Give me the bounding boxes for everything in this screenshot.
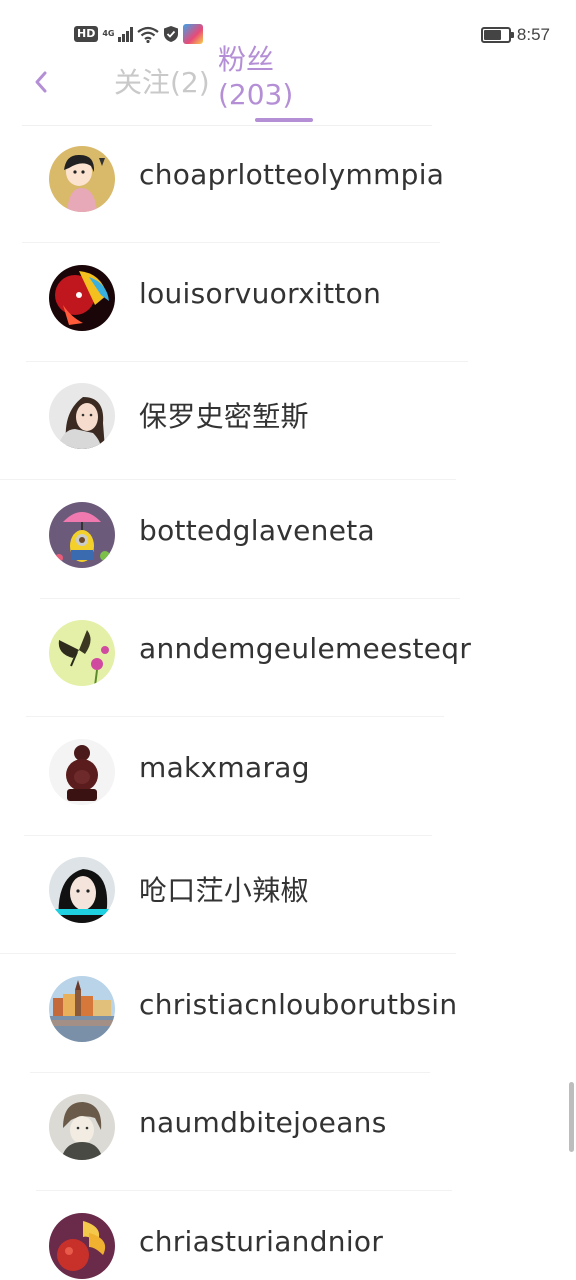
header: 关注(2) 粉丝 (203) <box>0 40 576 126</box>
anime-red-avatar[interactable] <box>49 265 115 331</box>
back-button[interactable] <box>26 64 56 100</box>
fan-username: anndemgeulemeesteqr <box>139 632 472 665</box>
girl-photo-avatar[interactable] <box>49 383 115 449</box>
fan-list-item[interactable]: choaprlotteolymmpia <box>0 124 576 243</box>
minion-umbrella-avatar[interactable] <box>49 502 115 568</box>
fans-list-screen: HD 4G 8:57 关注(2) 粉丝 (203) choaprlotteoly… <box>0 0 576 1280</box>
fan-list-item[interactable]: 保罗史密堑斯 <box>0 361 576 480</box>
fan-list-item[interactable]: chriasturiandnior <box>0 1191 576 1280</box>
tab-fans[interactable]: 粉丝 (203) <box>218 42 293 112</box>
buddha-statue-avatar[interactable] <box>49 739 115 805</box>
battery-level <box>483 30 501 40</box>
active-tab-indicator <box>255 118 313 122</box>
tab-following[interactable]: 关注(2) <box>114 61 210 101</box>
fan-list-item[interactable]: bottedglaveneta <box>0 480 576 599</box>
fan-username: chriasturiandnior <box>139 1225 384 1258</box>
fan-username: makxmarag <box>139 751 310 784</box>
tab-fans-count: (203) <box>218 78 294 111</box>
fan-username: bottedglaveneta <box>139 514 375 547</box>
fan-username: 保罗史密堑斯 <box>139 400 309 433</box>
network-type: 4G <box>102 29 115 38</box>
fan-list-item[interactable]: anndemgeulemeesteqr <box>0 598 576 717</box>
fan-username: louisorvuorxitton <box>139 277 382 310</box>
city-harbor-avatar[interactable] <box>49 976 115 1042</box>
tab-fans-label: 粉丝 <box>218 43 275 76</box>
fan-username: christiacnlouborutbsin <box>139 988 458 1021</box>
sketch-portrait-avatar[interactable] <box>49 1094 115 1160</box>
chevron-left-icon <box>35 71 47 93</box>
fan-list-item[interactable]: christiacnlouborutbsin <box>0 954 576 1073</box>
fruit-flower-avatar[interactable] <box>49 1213 115 1279</box>
fan-username: choaprlotteolymmpia <box>139 158 445 191</box>
girl-portrait-avatar[interactable] <box>49 857 115 923</box>
fan-username: 呛口茳小辣椒 <box>139 874 309 907</box>
fan-list-item[interactable]: naumdbitejoeans <box>0 1072 576 1191</box>
cartoon-girl-avatar[interactable] <box>49 146 115 212</box>
fan-list-item[interactable]: 呛口茳小辣椒 <box>0 835 576 954</box>
fan-list-item[interactable]: makxmarag <box>0 717 576 836</box>
scrollbar[interactable] <box>569 1082 574 1152</box>
fan-username: naumdbitejoeans <box>139 1106 387 1139</box>
fan-list-item[interactable]: louisorvuorxitton <box>0 243 576 362</box>
butterfly-flower-avatar[interactable] <box>49 620 115 686</box>
